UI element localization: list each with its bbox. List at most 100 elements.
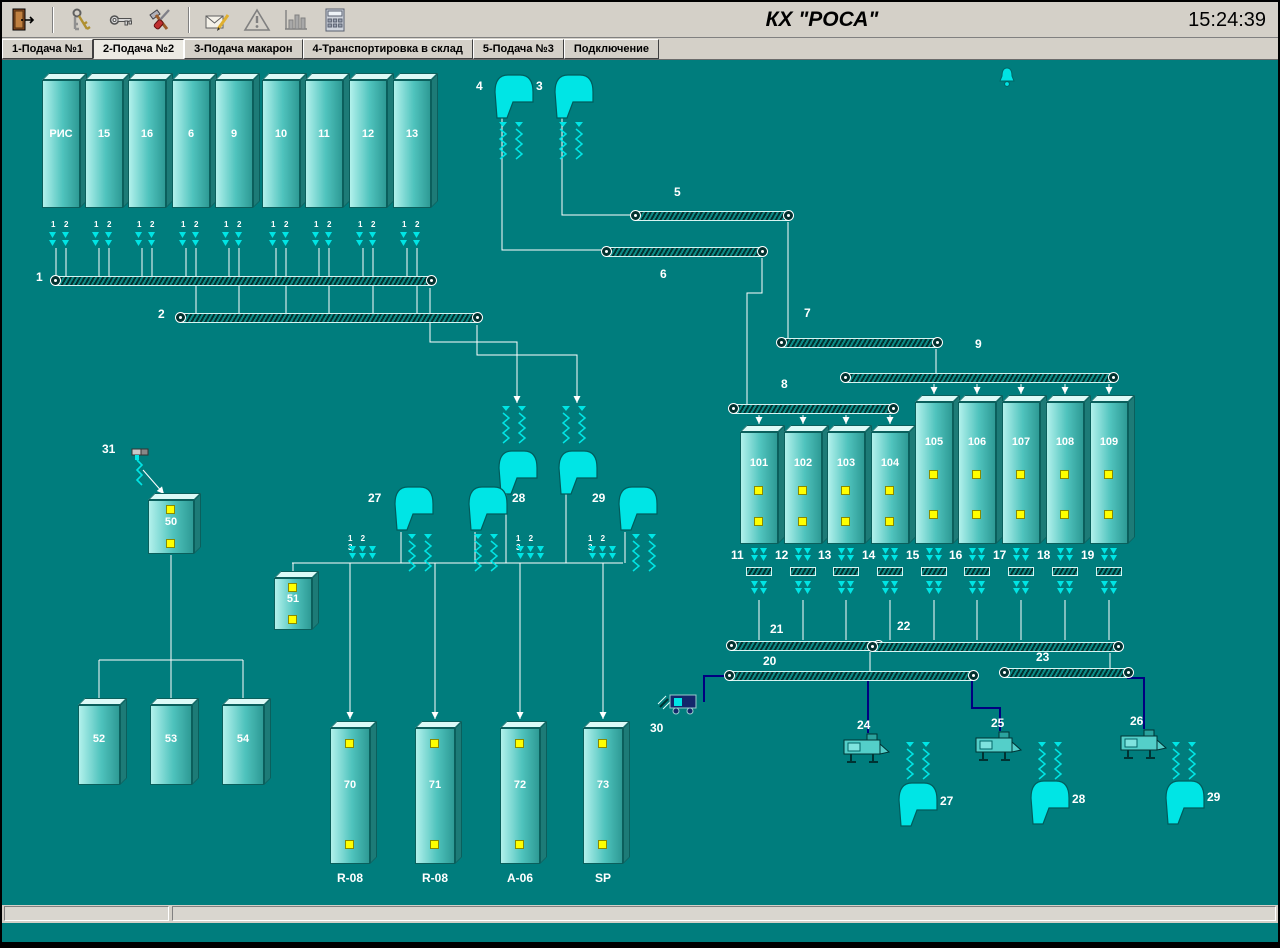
conveyor-20[interactable]	[729, 671, 974, 681]
receiver-hopper-27[interactable]	[392, 484, 436, 532]
silo-left-3[interactable]: 16	[128, 80, 166, 208]
silo-102[interactable]: 102	[784, 432, 822, 544]
conveyor-7[interactable]	[781, 338, 938, 348]
exit-button[interactable]	[6, 5, 42, 35]
diagram-label: 22	[897, 620, 910, 632]
receiver-hopper-28[interactable]	[1028, 778, 1072, 826]
conveyor-1[interactable]	[55, 276, 432, 286]
feeder-18[interactable]	[1052, 567, 1078, 576]
alarm-bell-icon[interactable]	[996, 66, 1018, 88]
silo-103[interactable]: 103	[827, 432, 865, 544]
tab-6[interactable]: Подключение	[564, 39, 659, 59]
tank-71[interactable]: 71	[415, 728, 455, 864]
alarms-button[interactable]	[239, 5, 275, 35]
silo-left-8[interactable]: 12	[349, 80, 387, 208]
tab-5[interactable]: 5-Подача №3	[473, 39, 564, 59]
report-button[interactable]	[200, 5, 236, 35]
feeder-17[interactable]	[1008, 567, 1034, 576]
feeder-16[interactable]	[964, 567, 990, 576]
feeder-14[interactable]	[877, 567, 903, 576]
toolbar-buttons	[6, 4, 353, 36]
silo-left-2[interactable]: 15	[85, 80, 123, 208]
conveyor-6[interactable]	[606, 247, 763, 257]
silo-107[interactable]: 107	[1002, 402, 1040, 544]
diagram-label: 18	[1037, 549, 1050, 561]
outlet-number: 2	[64, 220, 68, 229]
access-key-button[interactable]	[103, 5, 139, 35]
tank-73[interactable]: 73	[583, 728, 623, 864]
bin-53[interactable]: 53	[150, 705, 192, 785]
conveyor-22[interactable]	[872, 642, 1119, 652]
unit-50[interactable]: 50	[148, 500, 194, 554]
keys-button[interactable]	[64, 5, 100, 35]
values-table-button[interactable]	[317, 5, 353, 35]
silo-105[interactable]: 105	[915, 402, 953, 544]
blower-25[interactable]	[975, 730, 1023, 762]
outlet-arrows-icon	[134, 231, 160, 253]
silo-outlet: 12	[399, 220, 425, 250]
receiver-hopper-27[interactable]	[896, 780, 940, 828]
receiver-hopper[interactable]	[556, 448, 600, 496]
silo-101[interactable]: 101	[740, 432, 778, 544]
silo-109[interactable]: 109	[1090, 402, 1128, 544]
outlet-number: 1	[271, 220, 275, 229]
silo-left-1[interactable]: РИС	[42, 80, 80, 208]
flow-arrows-icon	[750, 547, 768, 564]
tab-2[interactable]: 2-Подача №2	[93, 39, 184, 59]
receiver-hopper-4[interactable]	[492, 72, 536, 120]
exit-door-icon	[11, 7, 37, 33]
conveyor-roller	[472, 312, 483, 323]
feeder-19[interactable]	[1096, 567, 1122, 576]
silo-left-7[interactable]: 11	[305, 80, 343, 208]
conveyor-23[interactable]	[1004, 668, 1129, 678]
feeder-15[interactable]	[921, 567, 947, 576]
settings-tools-button[interactable]	[142, 5, 178, 35]
diagram-label: 27	[368, 492, 381, 504]
tab-3[interactable]: 3-Подача макарон	[184, 39, 302, 59]
box-side-face	[253, 73, 260, 208]
feeder-11[interactable]	[746, 567, 772, 576]
bin-52[interactable]: 52	[78, 705, 120, 785]
silo-left-4[interactable]: 6	[172, 80, 210, 208]
machine-30[interactable]	[656, 690, 708, 716]
receiver-hopper-3[interactable]	[552, 72, 596, 120]
receiver-hopper-28[interactable]	[466, 484, 510, 532]
conveyor-roller	[728, 403, 739, 414]
silo-left-6[interactable]: 10	[262, 80, 300, 208]
bin-54[interactable]: 54	[222, 705, 264, 785]
conveyor-21[interactable]	[731, 641, 879, 651]
feeder-12[interactable]	[790, 567, 816, 576]
receiver-hopper-29[interactable]	[616, 484, 660, 532]
conveyor-5[interactable]	[635, 211, 789, 221]
tab-4[interactable]: 4-Транспортировка в склад	[303, 39, 473, 59]
status-indicator	[166, 505, 175, 514]
receiver-hopper-29[interactable]	[1163, 778, 1207, 826]
tank-70[interactable]: 70	[330, 728, 370, 864]
silo-108[interactable]: 108	[1046, 402, 1084, 544]
silo-104[interactable]: 104	[871, 432, 909, 544]
unit-51[interactable]: 51	[274, 578, 312, 630]
valve-31[interactable]	[126, 448, 152, 494]
vibro-feeder-icon	[495, 122, 529, 162]
tank-72[interactable]: 72	[500, 728, 540, 864]
conveyor-2[interactable]	[180, 313, 478, 323]
tab-1[interactable]: 1-Подача №1	[2, 39, 93, 59]
box-front-face	[78, 705, 120, 785]
key-icon	[108, 7, 134, 33]
silo-106[interactable]: 106	[958, 402, 996, 544]
vibro-feeder-icon	[902, 742, 936, 782]
silo-left-5[interactable]: 9	[215, 80, 253, 208]
silo-left-9[interactable]: 13	[393, 80, 431, 208]
blower-24[interactable]	[843, 732, 891, 764]
status-indicator	[166, 539, 175, 548]
blower-26[interactable]	[1120, 728, 1168, 760]
conveyor-roller	[776, 337, 787, 348]
conveyor-8[interactable]	[733, 404, 894, 414]
feeder-13[interactable]	[833, 567, 859, 576]
toolbar-separator	[52, 7, 54, 33]
trends-button[interactable]	[278, 5, 314, 35]
conveyor-9[interactable]	[845, 373, 1114, 383]
outlet-number: 2	[284, 220, 288, 229]
silo-outlet: 12	[91, 220, 117, 250]
equipment-label: 51	[274, 593, 312, 605]
